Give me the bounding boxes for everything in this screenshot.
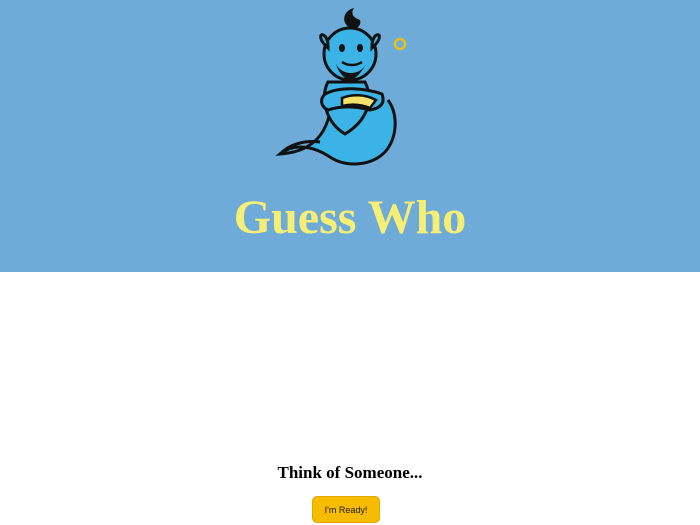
ready-button[interactable]: I'm Ready! <box>312 496 380 523</box>
hero-banner: Guess Who <box>0 0 700 272</box>
page: Guess Who Think of Someone... I'm Ready! <box>0 0 700 525</box>
genie-mascot-icon <box>275 8 407 166</box>
page-title: Guess Who <box>233 191 467 244</box>
prompt-text: Think of Someone... <box>277 463 423 482</box>
